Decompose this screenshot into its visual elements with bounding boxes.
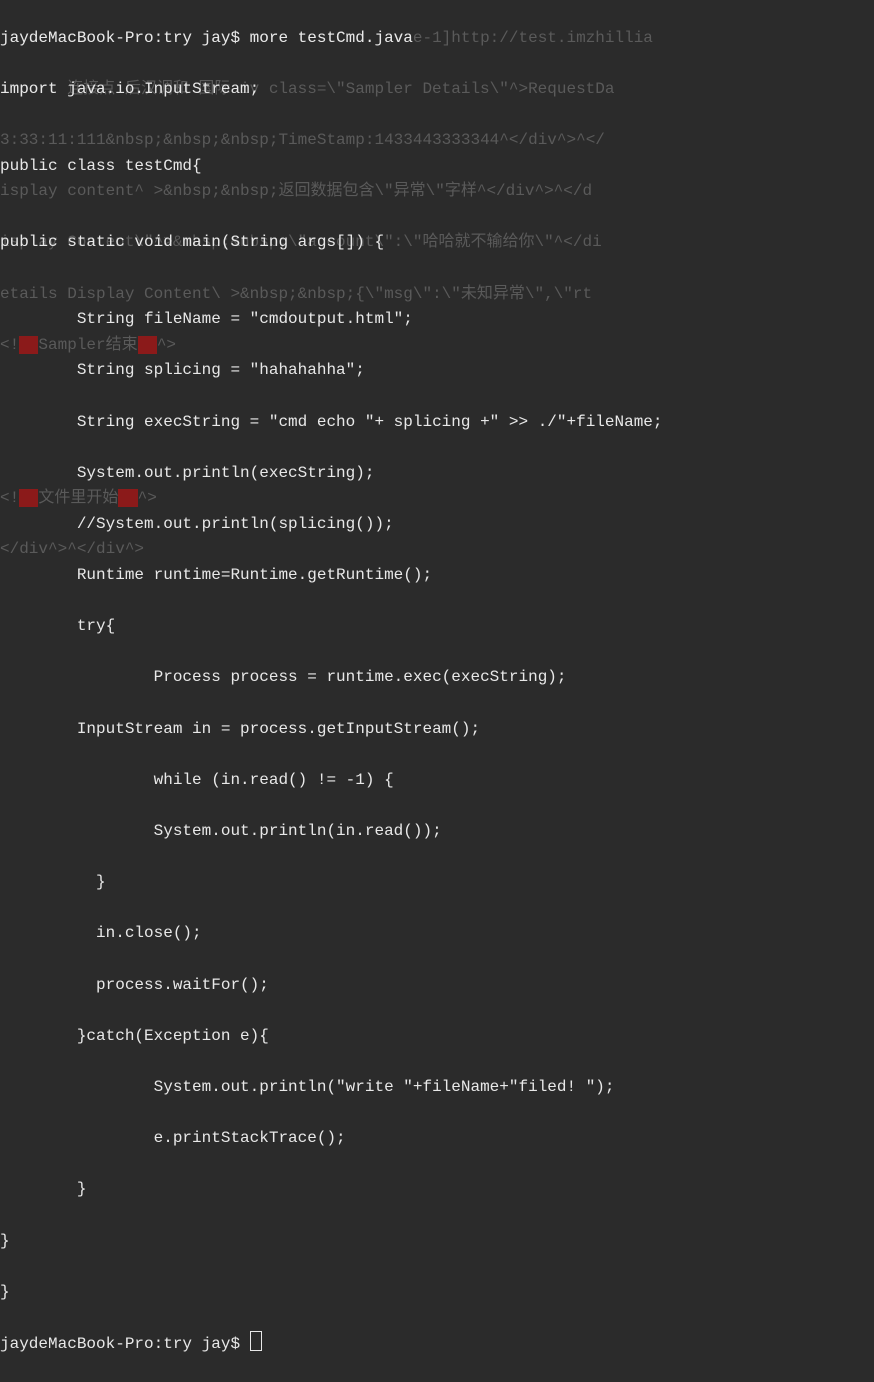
cursor-icon: [250, 1331, 262, 1351]
code-line: }: [0, 1177, 874, 1203]
code-line: System.out.println(in.read());: [0, 819, 874, 845]
code-line: }: [0, 1229, 874, 1255]
code-line: }catch(Exception e){: [0, 1024, 874, 1050]
code-line: String splicing = "hahahahha";: [0, 358, 874, 384]
code-line: System.out.println(execString);: [0, 461, 874, 487]
code-line: }: [0, 1280, 874, 1306]
code-line: Process process = runtime.exec(execStrin…: [0, 665, 874, 691]
code-line: import java.io.InputStream;: [0, 77, 874, 103]
code-line: while (in.read() != -1) {: [0, 768, 874, 794]
prompt-line[interactable]: jaydeMacBook-Pro:try jay$: [0, 1331, 874, 1358]
code-line: InputStream in = process.getInputStream(…: [0, 717, 874, 743]
code-line: System.out.println("write "+fileName+"fi…: [0, 1075, 874, 1101]
code-line: try{: [0, 614, 874, 640]
code-line: String execString = "cmd echo "+ splicin…: [0, 410, 874, 436]
code-line: process.waitFor();: [0, 973, 874, 999]
prompt-text: jaydeMacBook-Pro:try jay$: [0, 1335, 250, 1353]
code-line: String fileName = "cmdoutput.html";: [0, 307, 874, 333]
code-line: Runtime runtime=Runtime.getRuntime();: [0, 563, 874, 589]
prompt-line: jaydeMacBook-Pro:try jay$ more testCmd.j…: [0, 26, 874, 52]
code-line: e.printStackTrace();: [0, 1126, 874, 1152]
terminal-output[interactable]: jaydeMacBook-Pro:try jay$ more testCmd.j…: [0, 0, 874, 1382]
code-line: in.close();: [0, 921, 874, 947]
code-line: public static void main(String args[]) {: [0, 230, 874, 256]
code-line: public class testCmd{: [0, 154, 874, 180]
code-line: //System.out.println(splicing());: [0, 512, 874, 538]
code-line: }: [0, 870, 874, 896]
